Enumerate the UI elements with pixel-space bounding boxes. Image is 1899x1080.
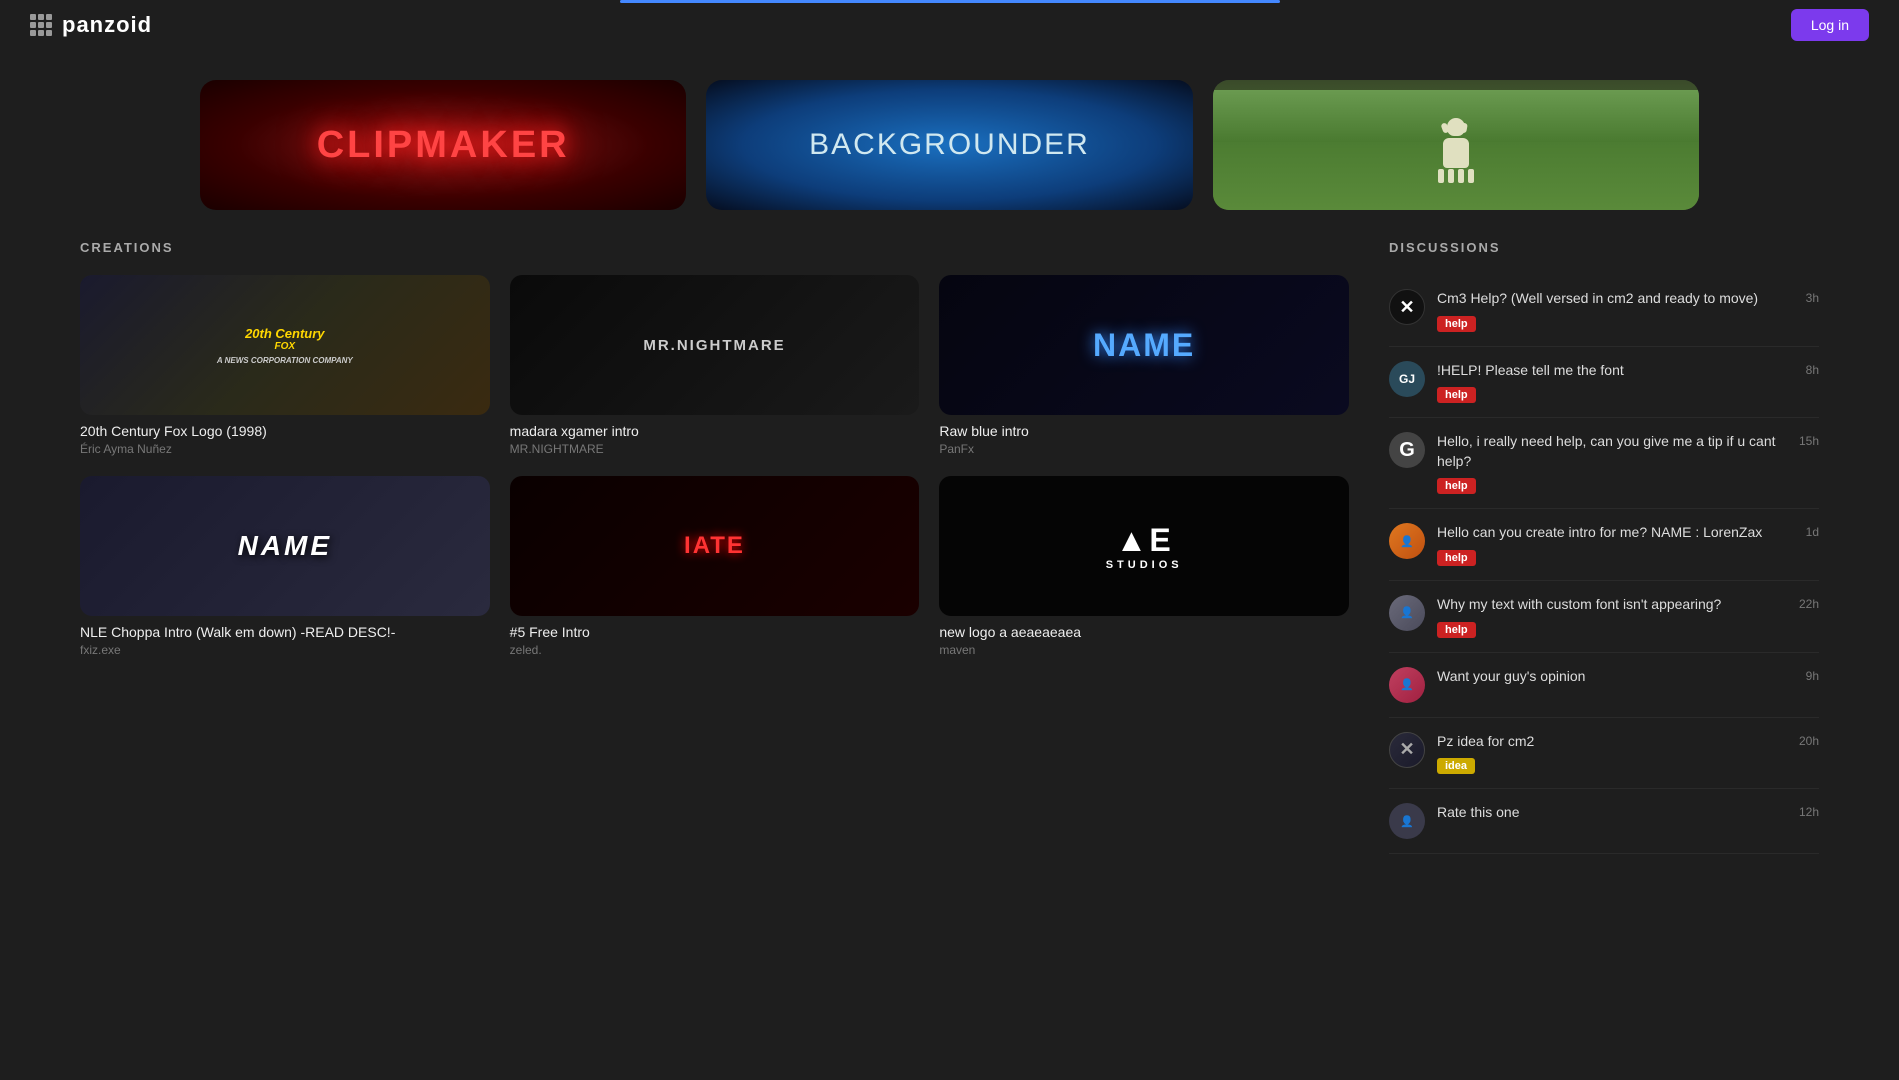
creation-author-2: PanFx [939,442,1349,456]
discussion-time-0: 3h [1806,289,1819,305]
main-content: CREATIONS 20th Century FOX A NEWS CORPOR… [0,240,1899,854]
logo[interactable]: panzoid [62,12,152,38]
ae-big-text: ▲E [1106,522,1183,559]
creation-thumb-0: 20th Century FOX A NEWS CORPORATION COMP… [80,275,490,415]
discussion-time-4: 22h [1799,595,1819,611]
creation-title-1: madara xgamer intro [510,423,920,439]
progress-area [0,0,1899,3]
creation-thumb-5: ▲E STUDIOS [939,476,1349,616]
discussion-time-7: 12h [1799,803,1819,819]
creation-thumb-text-3: NAME [238,530,332,562]
hero-card-backgrounder[interactable]: BACKGROUNDER [706,80,1192,210]
discussion-item-3[interactable]: 👤 Hello can you create intro for me? NAM… [1389,509,1819,581]
discussion-title-0: Cm3 Help? (Well versed in cm2 and ready … [1437,289,1786,309]
studios-text: STUDIOS [1106,559,1183,571]
discussions-section: DISCUSSIONS ✕ Cm3 Help? (Well versed in … [1389,240,1819,854]
discussion-avatar-7: 👤 [1389,803,1425,839]
clipmaker-label: CLIPMAKER [317,124,570,167]
discussion-time-6: 20h [1799,732,1819,748]
creation-card-0[interactable]: 20th Century FOX A NEWS CORPORATION COMP… [80,275,490,456]
creation-card-5[interactable]: ▲E STUDIOS new logo a aeaeaeaea maven [939,476,1349,657]
ae-logo: ▲E STUDIOS [1106,522,1183,571]
discussion-avatar-2: G [1389,432,1425,468]
creation-author-5: maven [939,643,1349,657]
creation-title-4: #5 Free Intro [510,624,920,640]
discussion-content-4: Why my text with custom font isn't appea… [1437,595,1779,638]
discussion-title-3: Hello can you create intro for me? NAME … [1437,523,1786,543]
discussion-tag-1: help [1437,387,1476,403]
discussion-title-4: Why my text with custom font isn't appea… [1437,595,1779,615]
creation-card-2[interactable]: NAME Raw blue intro PanFx [939,275,1349,456]
discussion-tag-4: help [1437,622,1476,638]
header: panzoid Log in [0,0,1899,50]
discussion-tag-3: help [1437,550,1476,566]
discussion-title-2: Hello, i really need help, can you give … [1437,432,1779,471]
discussion-title-7: Rate this one [1437,803,1779,823]
creation-card-3[interactable]: NAME NLE Choppa Intro (Walk em down) -RE… [80,476,490,657]
discussion-avatar-0: ✕ [1389,289,1425,325]
creation-author-3: fxiz.exe [80,643,490,657]
discussion-item-1[interactable]: GJ !HELP! Please tell me the font help 8… [1389,347,1819,419]
discussion-content-0: Cm3 Help? (Well versed in cm2 and ready … [1437,289,1786,332]
discussion-content-7: Rate this one [1437,803,1779,828]
discussion-tag-6: idea [1437,758,1475,774]
discussion-avatar-1: GJ [1389,361,1425,397]
discussion-content-1: !HELP! Please tell me the font help [1437,361,1786,404]
discussion-content-3: Hello can you create intro for me? NAME … [1437,523,1786,566]
discussion-item-0[interactable]: ✕ Cm3 Help? (Well versed in cm2 and read… [1389,275,1819,347]
discussion-title-6: Pz idea for cm2 [1437,732,1779,752]
creations-section: CREATIONS 20th Century FOX A NEWS CORPOR… [80,240,1349,854]
discussions-title: DISCUSSIONS [1389,240,1819,255]
discussion-time-5: 9h [1806,667,1819,683]
creation-thumb-2: NAME [939,275,1349,415]
discussion-avatar-6: ✕ [1389,732,1425,768]
creation-title-2: Raw blue intro [939,423,1349,439]
creation-author-1: MR.NIGHTMARE [510,442,920,456]
discussion-content-5: Want your guy's opinion [1437,667,1786,692]
hero-card-clipmaker[interactable]: CLIPMAKER [200,80,686,210]
discussion-title-1: !HELP! Please tell me the font [1437,361,1786,381]
discussion-content-6: Pz idea for cm2 idea [1437,732,1779,775]
creation-card-4[interactable]: IATE #5 Free Intro zeled. [510,476,920,657]
creation-title-5: new logo a aeaeaeaea [939,624,1349,640]
discussion-item-4[interactable]: 👤 Why my text with custom font isn't app… [1389,581,1819,653]
discussion-time-3: 1d [1806,523,1819,539]
creation-title-3: NLE Choppa Intro (Walk em down) -READ DE… [80,624,490,640]
dog-scene [1213,80,1699,210]
backgrounder-label: BACKGROUNDER [809,128,1090,162]
creations-grid: 20th Century FOX A NEWS CORPORATION COMP… [80,275,1349,657]
creation-card-1[interactable]: MR.NIGHTMARE madara xgamer intro MR.NIGH… [510,275,920,456]
creation-thumb-text-2: NAME [1093,327,1195,364]
discussion-avatar-3: 👤 [1389,523,1425,559]
discussion-time-2: 15h [1799,432,1819,448]
discussion-item-5[interactable]: 👤 Want your guy's opinion 9h [1389,653,1819,718]
discussion-avatar-4: 👤 [1389,595,1425,631]
creation-thumb-text-4: IATE [684,532,745,560]
creations-title: CREATIONS [80,240,1349,255]
discussion-item-2[interactable]: G Hello, i really need help, can you giv… [1389,418,1819,509]
discussion-tag-2: help [1437,478,1476,494]
creation-thumb-3: NAME [80,476,490,616]
creation-author-0: Éric Ayma Nuñez [80,442,490,456]
hero-card-photo[interactable] [1213,80,1699,210]
grid-icon[interactable] [30,14,52,36]
creation-thumb-1: MR.NIGHTMARE [510,275,920,415]
creation-author-4: zeled. [510,643,920,657]
creation-thumb-text-1: MR.NIGHTMARE [643,337,785,354]
discussion-list: ✕ Cm3 Help? (Well versed in cm2 and read… [1389,275,1819,854]
login-button[interactable]: Log in [1791,9,1869,41]
discussion-item-7[interactable]: 👤 Rate this one 12h [1389,789,1819,854]
discussion-tag-0: help [1437,316,1476,332]
discussion-content-2: Hello, i really need help, can you give … [1437,432,1779,494]
header-left: panzoid [30,12,152,38]
hero-section: CLIPMAKER BACKGROUNDER [0,50,1899,240]
discussion-title-5: Want your guy's opinion [1437,667,1786,687]
discussion-item-6[interactable]: ✕ Pz idea for cm2 idea 20h [1389,718,1819,790]
discussion-time-1: 8h [1806,361,1819,377]
creation-thumb-4: IATE [510,476,920,616]
discussion-avatar-5: 👤 [1389,667,1425,703]
creation-title-0: 20th Century Fox Logo (1998) [80,423,490,439]
